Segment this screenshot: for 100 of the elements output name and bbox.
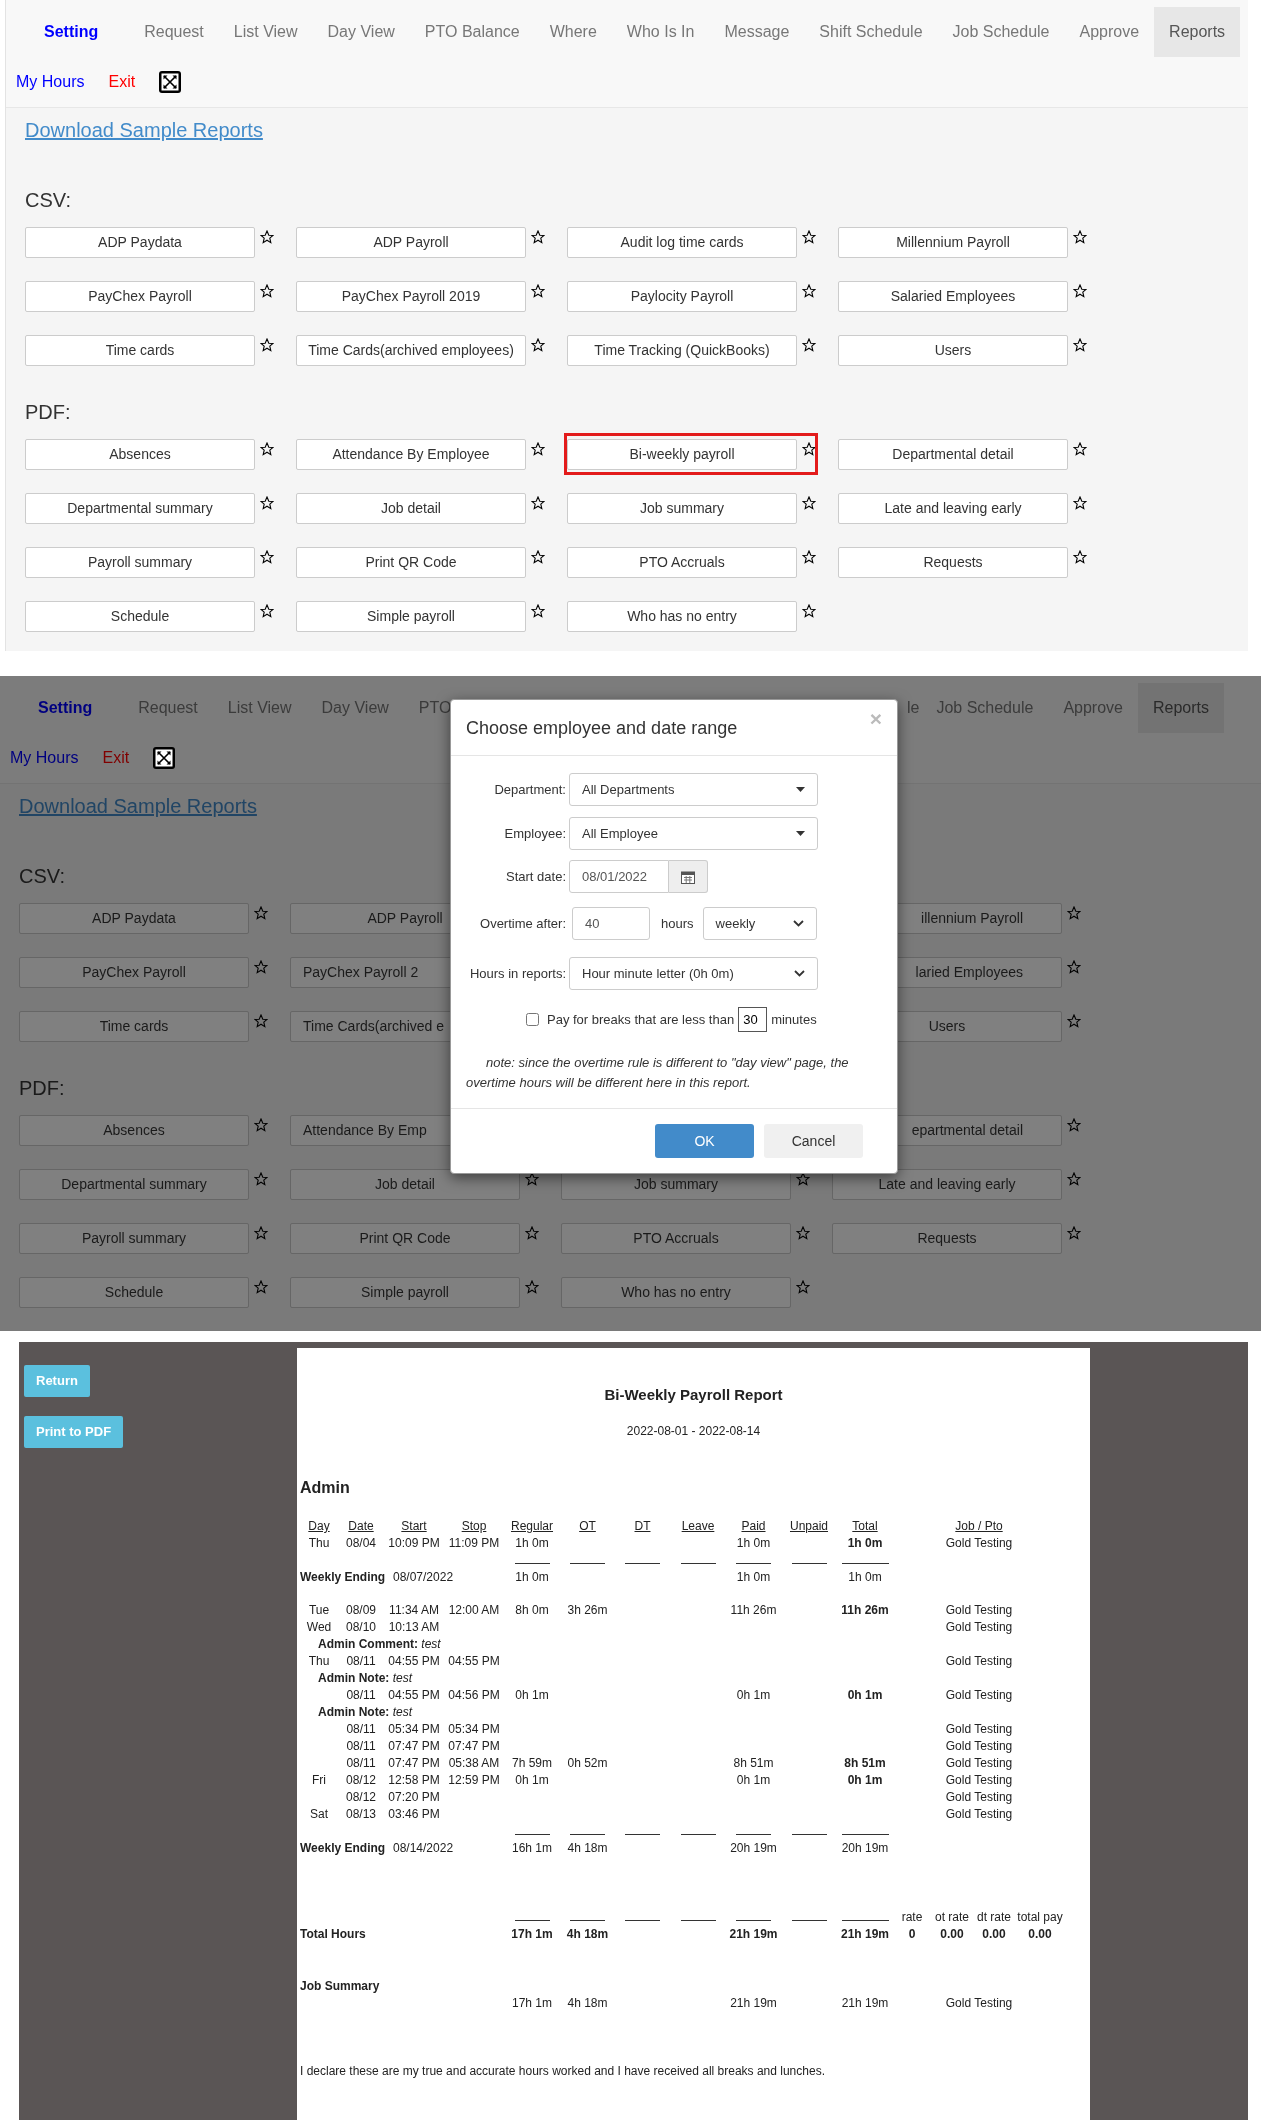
report-button[interactable]: ADP Paydata bbox=[19, 903, 249, 934]
nav-link[interactable]: Approve bbox=[1048, 683, 1138, 733]
nav-link[interactable]: Who Is In bbox=[611, 7, 710, 57]
report-button[interactable]: Time cards bbox=[19, 1011, 249, 1042]
nav-link[interactable]: Approve bbox=[1064, 7, 1155, 57]
user-link[interactable]: Exit bbox=[108, 70, 136, 94]
report-button[interactable]: Schedule bbox=[25, 601, 255, 632]
column-header: rate bbox=[900, 1909, 924, 1926]
star-icon bbox=[802, 496, 816, 510]
column-header: Leave bbox=[680, 1518, 716, 1535]
nav-link[interactable]: Day View bbox=[306, 683, 404, 733]
dropdown[interactable]: Hour minute letter (0h 0m) bbox=[569, 957, 818, 990]
report-button[interactable]: PayChex Payroll 2019 bbox=[296, 281, 526, 312]
number-field[interactable]: 40 bbox=[572, 907, 650, 940]
report-button[interactable]: ADP Payroll bbox=[296, 227, 526, 258]
dialog-button[interactable]: Cancel bbox=[764, 1124, 863, 1158]
nav-link[interactable]: Reports bbox=[1154, 7, 1241, 57]
star-icon bbox=[796, 1280, 810, 1294]
table-cell: 08/07/2022 bbox=[384, 1569, 504, 1602]
report-button[interactable]: Late and leaving early bbox=[832, 1169, 1062, 1200]
report-button[interactable]: Job detail bbox=[296, 493, 526, 524]
table-cell-text: 0h 1m bbox=[735, 1687, 772, 1704]
report-button[interactable]: Job detail bbox=[290, 1169, 520, 1200]
report-button[interactable]: Absences bbox=[25, 439, 255, 470]
report-button[interactable]: Requests bbox=[838, 547, 1068, 578]
report-button[interactable]: Time cards bbox=[25, 335, 255, 366]
report-button[interactable]: Payroll summary bbox=[25, 547, 255, 578]
report-button[interactable]: Who has no entry bbox=[561, 1277, 791, 1308]
nav-link[interactable]: Request bbox=[123, 683, 213, 733]
report-button[interactable]: PTO Accruals bbox=[561, 1223, 791, 1254]
report-button[interactable]: Salaried Employees bbox=[838, 281, 1068, 312]
note-text: Admin Note: test bbox=[317, 1704, 414, 1721]
star-icon bbox=[260, 550, 274, 564]
report-button[interactable]: Print QR Code bbox=[296, 547, 526, 578]
table-cell-text: 0h 1m bbox=[846, 1687, 884, 1704]
report-button[interactable]: Time Cards(archived employees) bbox=[296, 335, 526, 366]
column-header: Date bbox=[347, 1518, 375, 1535]
nav-link[interactable]: Job Schedule bbox=[921, 683, 1049, 733]
table-cell-text: 4h 18m bbox=[565, 1926, 610, 1943]
nav-link[interactable]: PTO Balance bbox=[409, 7, 535, 57]
report-button[interactable]: Departmental summary bbox=[25, 493, 255, 524]
report-button[interactable]: Departmental summary bbox=[19, 1169, 249, 1200]
row-label: Total Hours bbox=[300, 1926, 367, 1943]
report-button[interactable]: PTO Accruals bbox=[567, 547, 797, 578]
star-icon bbox=[260, 284, 274, 298]
report-button[interactable]: Schedule bbox=[19, 1277, 249, 1308]
nav-link[interactable]: Job Schedule bbox=[937, 7, 1065, 57]
report-button[interactable]: Attendance By Employee bbox=[296, 439, 526, 470]
nav-link[interactable]: Message bbox=[709, 7, 805, 57]
dropdown[interactable]: All Departments bbox=[569, 773, 818, 806]
user-link[interactable]: My Hours bbox=[10, 746, 79, 770]
table-cell-text: 1h 0m bbox=[847, 1569, 883, 1586]
star-icon bbox=[1067, 1172, 1081, 1186]
user-link[interactable]: My Hours bbox=[16, 70, 85, 94]
table-cell-text: 1h 0m bbox=[735, 1569, 772, 1586]
date-field[interactable]: 08/01/2022 bbox=[569, 860, 669, 893]
nav-link[interactable]: Request bbox=[129, 7, 219, 57]
report-button[interactable]: Bi-weekly payroll bbox=[567, 439, 797, 470]
report-button[interactable]: Payroll summary bbox=[19, 1223, 249, 1254]
dropdown[interactable]: All Employee bbox=[569, 817, 818, 850]
report-button[interactable]: ADP Paydata bbox=[25, 227, 255, 258]
report-button[interactable]: Millennium Payroll bbox=[838, 227, 1068, 258]
report-button[interactable]: Job summary bbox=[567, 493, 797, 524]
nav-link[interactable]: Day View bbox=[312, 7, 410, 57]
nav-link[interactable]: List View bbox=[212, 683, 307, 733]
nav-link[interactable]: PTO bbox=[403, 683, 452, 733]
dialog-button[interactable]: OK bbox=[655, 1124, 754, 1158]
minutes-field[interactable]: 30 bbox=[738, 1007, 768, 1032]
report-button[interactable]: Paylocity Payroll bbox=[567, 281, 797, 312]
brand-link[interactable]: Setting bbox=[6, 7, 130, 57]
nav-link[interactable]: List View bbox=[218, 7, 313, 57]
brand-link[interactable]: Setting bbox=[0, 683, 124, 733]
user-link[interactable]: Exit bbox=[102, 746, 130, 770]
report-button[interactable]: Audit log time cards bbox=[567, 227, 797, 258]
download-link[interactable]: Download Sample Reports bbox=[19, 795, 257, 818]
report-button[interactable]: Users bbox=[838, 335, 1068, 366]
unit-label: minutes bbox=[771, 1010, 817, 1029]
report-button[interactable]: PayChex Payroll bbox=[19, 957, 249, 988]
nav-link[interactable]: Shift Schedule bbox=[804, 7, 938, 57]
download-link[interactable]: Download Sample Reports bbox=[25, 119, 263, 142]
report-button[interactable]: Simple payroll bbox=[290, 1277, 520, 1308]
report-button[interactable]: Who has no entry bbox=[567, 601, 797, 632]
nav-link[interactable]: le bbox=[906, 683, 922, 733]
checkbox[interactable] bbox=[526, 1013, 539, 1026]
employee-name: Admin bbox=[300, 1478, 351, 1498]
report-button[interactable]: Time Tracking (QuickBooks) bbox=[567, 335, 797, 366]
report-button[interactable]: Late and leaving early bbox=[838, 493, 1068, 524]
table-cell-text: 08/11 bbox=[345, 1687, 377, 1704]
report-button[interactable]: Departmental detail bbox=[838, 439, 1068, 470]
report-button[interactable]: Absences bbox=[19, 1115, 249, 1146]
nav-link[interactable]: Where bbox=[534, 7, 612, 57]
dropdown[interactable]: weekly bbox=[702, 907, 817, 940]
table-cell-text: Gold Testing bbox=[944, 1721, 1014, 1738]
report-button[interactable]: Print QR Code bbox=[290, 1223, 520, 1254]
report-button[interactable]: Simple payroll bbox=[296, 601, 526, 632]
nav-link[interactable]: Reports bbox=[1137, 683, 1224, 733]
chevron-icon bbox=[792, 920, 804, 927]
calendar-button[interactable] bbox=[669, 860, 708, 893]
report-button[interactable]: Requests bbox=[832, 1223, 1062, 1254]
report-button[interactable]: PayChex Payroll bbox=[25, 281, 255, 312]
